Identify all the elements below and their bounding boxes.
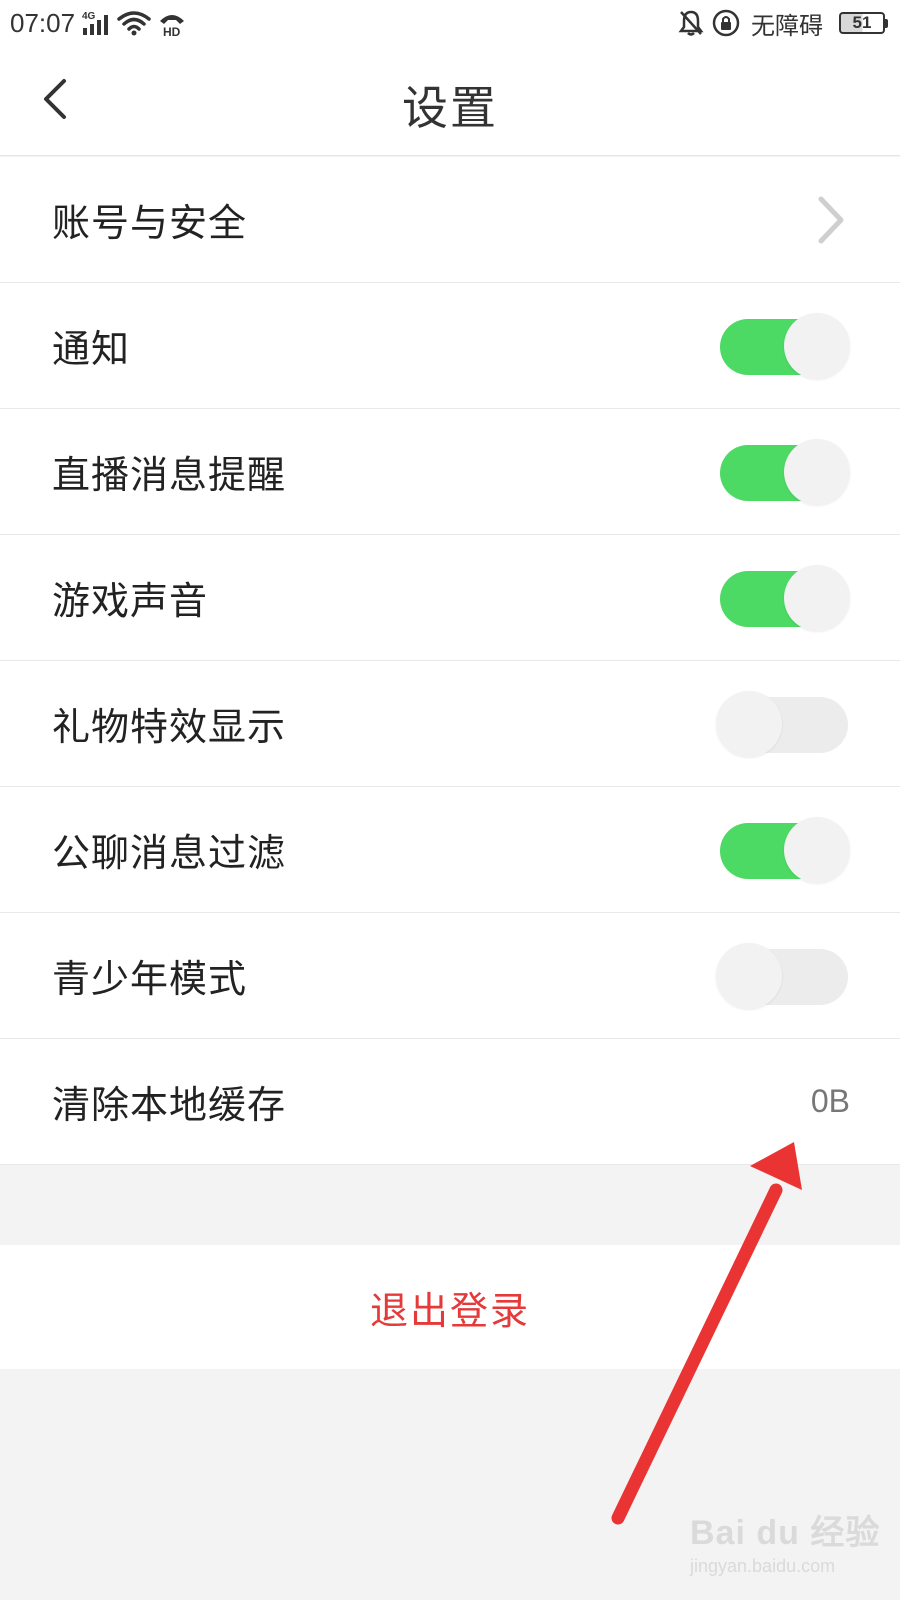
toggle-knob	[716, 942, 782, 1009]
setting-row-chat-filter: 公聊消息过滤	[0, 787, 900, 913]
setting-label: 通知	[52, 327, 131, 371]
network-label: 4G	[82, 11, 96, 22]
setting-label: 直播消息提醒	[52, 453, 287, 497]
chat-filter-toggle[interactable]	[718, 816, 850, 883]
toggle-knob	[784, 816, 850, 883]
live-reminder-toggle[interactable]	[718, 438, 850, 505]
setting-row-account-security[interactable]: 账号与安全	[0, 157, 900, 283]
battery-level: 51	[839, 12, 885, 34]
hd-label: HD	[163, 25, 181, 37]
logout-section: 退出登录	[0, 1245, 900, 1369]
setting-label: 账号与安全	[52, 201, 248, 245]
setting-row-gift-effects: 礼物特效显示	[0, 661, 900, 787]
setting-row-clear-cache[interactable]: 清除本地缓存 0B	[0, 1039, 900, 1165]
status-time: 07:07	[10, 7, 76, 38]
cache-size-value: 0B	[810, 1083, 850, 1119]
rotation-lock-icon	[711, 8, 741, 38]
toggle-knob	[716, 690, 782, 757]
toggle-knob	[784, 564, 850, 631]
accessibility-label: 无障碍	[751, 11, 823, 40]
header: 设置	[0, 46, 900, 156]
game-sound-toggle[interactable]	[718, 564, 850, 631]
gift-effects-toggle[interactable]	[716, 690, 850, 757]
status-bar-left: 07:07 4G HD	[10, 8, 187, 39]
setting-label: 清除本地缓存	[52, 1083, 287, 1127]
watermark-url: jingyan.baidu.com	[690, 1556, 836, 1576]
hd-call-icon: HD	[157, 8, 187, 38]
setting-row-notification: 通知	[0, 283, 900, 409]
toggle-knob	[784, 312, 850, 379]
wifi-icon	[117, 8, 151, 38]
notification-toggle[interactable]	[718, 312, 850, 379]
cellular-signal-icon: 4G	[81, 8, 111, 38]
setting-label: 青少年模式	[52, 957, 248, 1001]
chevron-right-icon	[810, 190, 850, 250]
watermark-logo: Bai du 经验	[690, 1514, 881, 1552]
setting-row-teen-mode: 青少年模式	[0, 913, 900, 1039]
baidu-watermark: Bai du 经验 jingyan.baidu.com	[690, 1505, 890, 1585]
teen-mode-toggle[interactable]	[716, 942, 850, 1009]
setting-row-game-sound: 游戏声音	[0, 535, 900, 661]
status-bar-right: 无障碍 51	[677, 6, 888, 41]
setting-label: 游戏声音	[52, 579, 209, 623]
setting-label: 公聊消息过滤	[52, 831, 287, 875]
setting-label: 礼物特效显示	[52, 705, 287, 749]
page-title: 设置	[402, 81, 498, 135]
settings-list: 账号与安全 通知 直播消息提醒 游戏声音 礼物特效显示 公聊消息过滤 青少年模式…	[0, 157, 900, 1165]
setting-row-live-reminder: 直播消息提醒	[0, 409, 900, 535]
status-bar: 07:07 4G HD 无障碍 51	[0, 0, 900, 46]
bell-muted-icon	[677, 8, 705, 38]
battery-tip	[885, 18, 888, 28]
logout-button[interactable]: 退出登录	[370, 1280, 530, 1335]
settings-page: 07:07 4G HD 无障碍 51 设置 账号与安全 通知 直播消息提醒 游戏…	[0, 0, 900, 1600]
toggle-knob	[784, 438, 850, 505]
battery-icon: 51	[839, 12, 888, 34]
